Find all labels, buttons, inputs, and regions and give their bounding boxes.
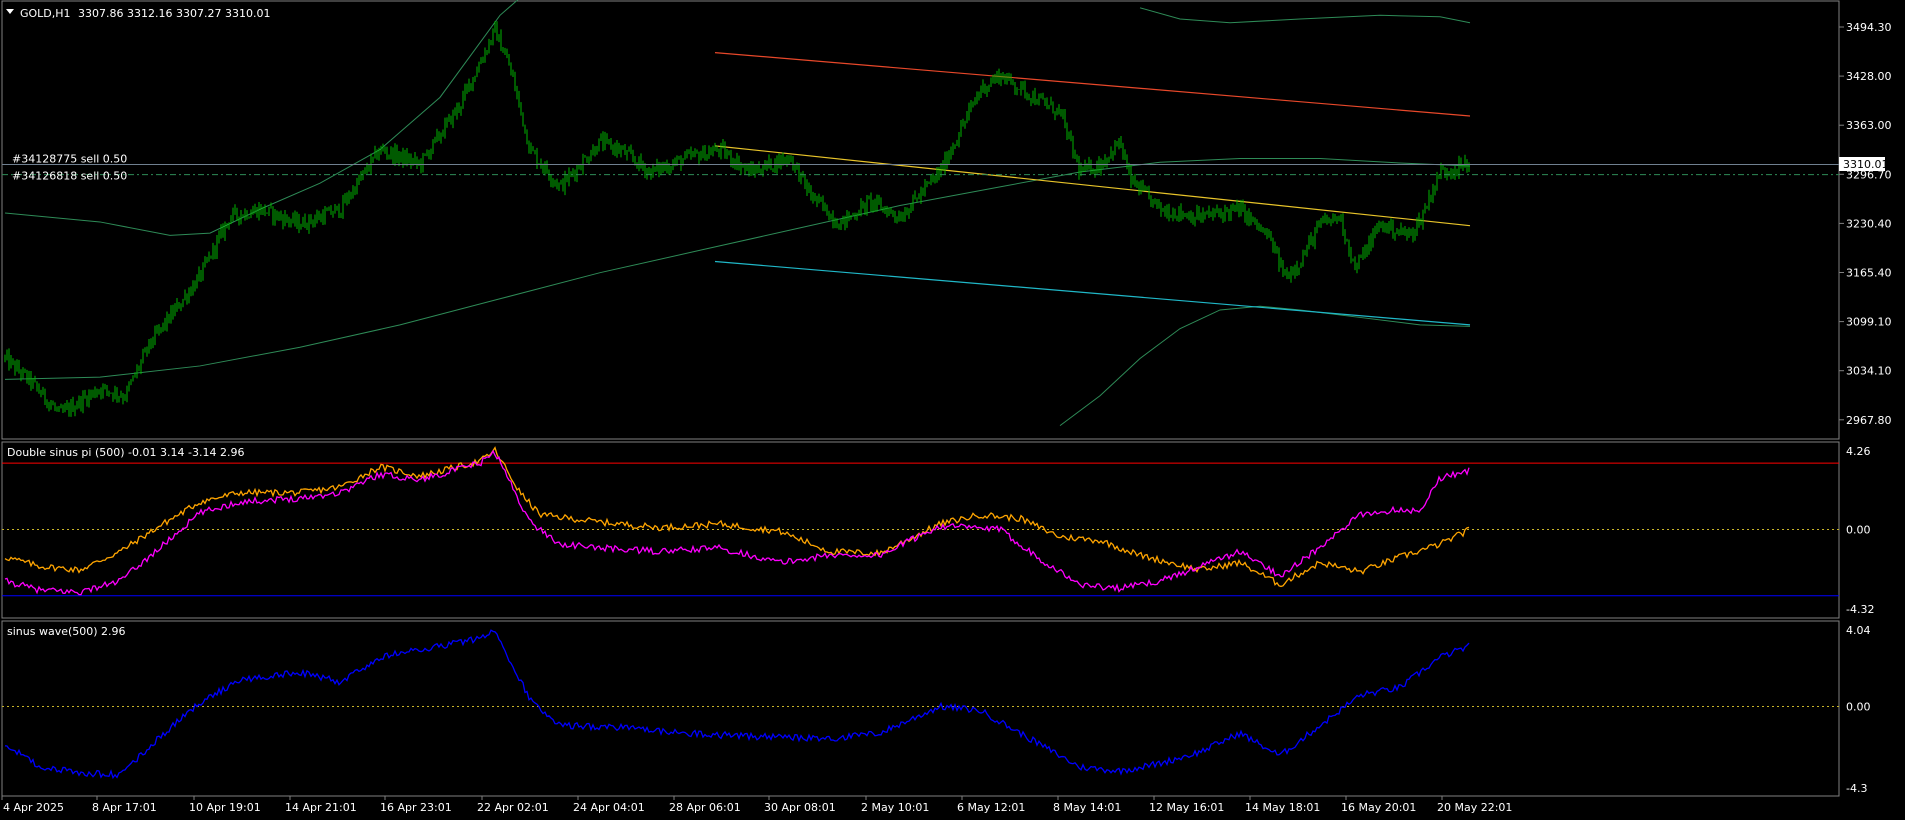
indicator-scale-label: 0.00 <box>1846 701 1871 714</box>
envelope-bands <box>4 0 1471 427</box>
ind1-pane-border <box>1 441 1840 619</box>
indicator-scale-label: -4.32 <box>1846 603 1874 616</box>
current-price-label: 3310.01 <box>1843 158 1889 171</box>
double-sinus-pane[interactable]: Double sinus pi (500) -0.01 3.14 -3.14 2… <box>1 441 1874 619</box>
sinus-wave-line <box>4 629 1470 780</box>
time-axis-label: 16 Apr 23:01 <box>380 801 452 814</box>
price-scale-label: 3165.40 <box>1846 267 1892 280</box>
chart-header: GOLD,H1 3307.86 3312.16 3307.27 3310.01 <box>6 7 270 20</box>
time-axis-label: 8 May 14:01 <box>1053 801 1121 814</box>
upper-channel-line[interactable] <box>714 51 1471 117</box>
time-axis-label: 20 May 22:01 <box>1437 801 1512 814</box>
double-sinus-line-a <box>4 446 1470 588</box>
time-axis-label: 14 Apr 21:01 <box>285 801 357 814</box>
ind1-scale: 4.26 0.00 -4.32 <box>1846 445 1874 616</box>
price-scale-label: 3363.00 <box>1846 119 1892 132</box>
order-label: #34126818 sell 0.50 <box>12 170 127 183</box>
collapse-arrow-icon[interactable] <box>6 9 14 14</box>
price-scale-label: 3428.00 <box>1846 70 1892 83</box>
order-label: #34128775 sell 0.50 <box>12 152 127 165</box>
symbol-label: GOLD,H1 <box>20 7 71 20</box>
sinus-wave-pane[interactable]: sinus wave(500) 2.96 4.04 0.00 -4.3 <box>1 620 1871 797</box>
main-pane-border <box>1 0 1840 440</box>
main-price-pane[interactable]: #34128775 sell 0.50 #34126818 sell 0.50 3… <box>1 0 1892 440</box>
indicator-scale-label: 0.00 <box>1846 523 1871 536</box>
ind2-title: sinus wave(500) 2.96 <box>7 625 126 638</box>
time-axis-label: 14 May 18:01 <box>1245 801 1320 814</box>
time-axis-label: 2 May 10:01 <box>861 801 929 814</box>
time-axis-label: 28 Apr 06:01 <box>669 801 741 814</box>
trading-chart[interactable]: #34128775 sell 0.50 #34126818 sell 0.50 3… <box>0 0 1905 820</box>
ind2-scale: 4.04 0.00 -4.3 <box>1846 624 1871 795</box>
moving-average <box>4 158 1471 380</box>
time-axis-label: 22 Apr 02:01 <box>477 801 549 814</box>
ind1-title: Double sinus pi (500) -0.01 3.14 -3.14 2… <box>7 446 244 459</box>
lower-envelope <box>1059 305 1471 427</box>
middle-channel-line[interactable] <box>714 145 1471 227</box>
indicator-scale-label: 4.04 <box>1846 624 1871 637</box>
trend-channels[interactable] <box>714 51 1471 326</box>
time-axis-label: 30 Apr 08:01 <box>764 801 836 814</box>
time-axis-label: 4 Apr 2025 <box>3 801 64 814</box>
current-price-tag: 3310.01 <box>1839 157 1889 171</box>
price-scale-label: 2967.80 <box>1846 414 1892 427</box>
ind2-pane-border <box>1 620 1840 797</box>
time-axis-label: 24 Apr 04:01 <box>573 801 645 814</box>
time-axis-label: 16 May 20:01 <box>1341 801 1416 814</box>
price-scale: 3494.303428.003363.003296.703230.403165.… <box>1839 21 1892 427</box>
time-axis-label: 12 May 16:01 <box>1149 801 1224 814</box>
time-axis-label: 6 May 12:01 <box>957 801 1025 814</box>
price-scale-label: 3099.10 <box>1846 316 1892 329</box>
time-axis-label: 10 Apr 19:01 <box>189 801 261 814</box>
ind1-levels <box>2 462 1839 597</box>
price-scale-label: 3494.30 <box>1846 21 1892 34</box>
price-scale-label: 3034.10 <box>1846 365 1892 378</box>
time-axis: 4 Apr 2025 8 Apr 17:01 10 Apr 19:01 14 Apr … <box>1 796 1512 814</box>
indicator-scale-label: 4.26 <box>1846 445 1871 458</box>
time-axis-label: 8 Apr 17:01 <box>92 801 157 814</box>
price-candles <box>4 21 1470 417</box>
price-scale-label: 3230.40 <box>1846 217 1892 230</box>
ohlc-values: 3307.86 3312.16 3307.27 3310.01 <box>78 7 270 20</box>
indicator-scale-label: -4.3 <box>1846 782 1867 795</box>
upper-envelope-right <box>1139 7 1471 24</box>
